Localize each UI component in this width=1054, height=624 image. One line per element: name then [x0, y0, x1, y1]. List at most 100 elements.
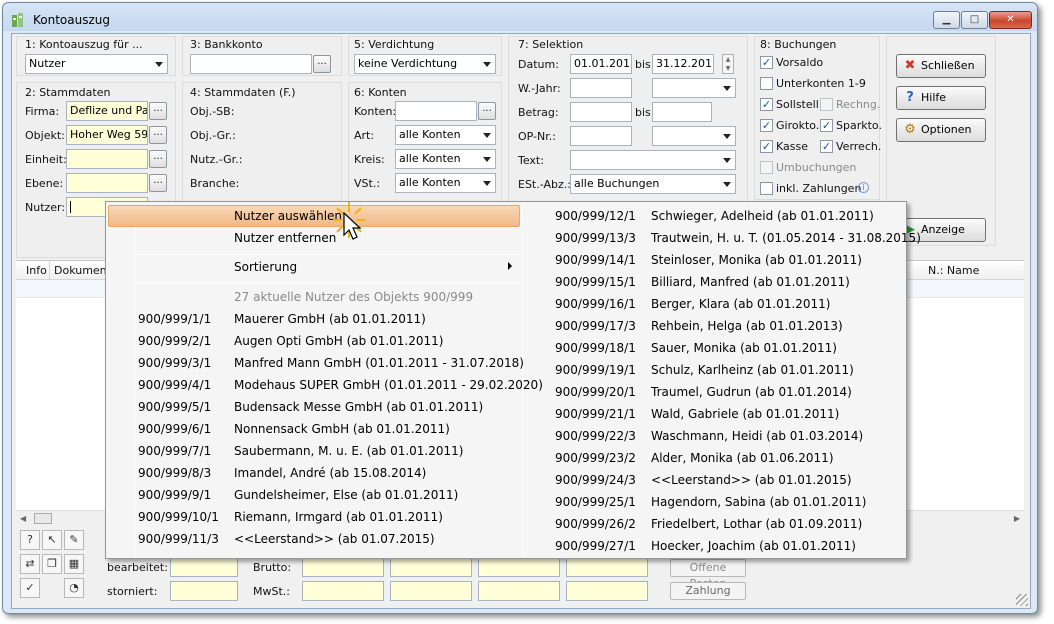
menu-item-nutzer[interactable]: 900/999/14/1 Steinloser, Monika (ab 01.01… — [551, 250, 931, 272]
kasse-checkbox[interactable]: ✓ — [760, 140, 773, 153]
menu-item-nutzer[interactable]: 900/999/9/1 Gundelsheimer, Else (ab 01.01… — [134, 485, 514, 507]
title-bar[interactable]: Kontoauszug ▁ □ ✕ — [3, 3, 1037, 33]
close-window-button[interactable]: ✕ — [989, 11, 1032, 29]
menu-item-sortierung[interactable]: Sortierung — [234, 260, 297, 274]
sparkto-checkbox[interactable]: ✓ — [820, 119, 833, 132]
menu-item-nutzer[interactable]: 900/999/6/1 Nonnensack GmbH (ab 01.01.201… — [134, 419, 514, 441]
menu-item-nutzer[interactable]: 900/999/18/1 Sauer, Monika (ab 01.01.2011… — [551, 338, 931, 360]
objekt-field[interactable]: Hoher Weg 59 - — [66, 125, 148, 145]
konten-field[interactable] — [395, 101, 477, 121]
menu-item-nutzer[interactable]: 900/999/23/2 Alder, Monika (ab 01.06.2011… — [551, 448, 931, 470]
menu-item-nutzer[interactable]: 900/999/17/3 Rehbein, Helga (ab 01.01.201… — [551, 316, 931, 338]
brutto-field-1[interactable] — [302, 557, 384, 577]
spin-up-icon[interactable]: ▲ — [723, 55, 733, 64]
opnr-select[interactable] — [652, 126, 736, 146]
est-select[interactable]: alle Buchungen — [570, 174, 736, 194]
verrech-checkbox[interactable]: ✓ — [820, 140, 833, 153]
betrag-to-field[interactable] — [652, 102, 712, 122]
minimize-button[interactable]: ▁ — [933, 11, 960, 29]
menu-item-nutzer[interactable]: 900/999/5/1 Budensack Messe GmbH (ab 01.0… — [134, 397, 514, 419]
brutto-field-4[interactable] — [566, 557, 648, 577]
mwst-field-1[interactable] — [302, 581, 384, 601]
menu-item-nutzer[interactable]: 900/999/16/1 Berger, Klara (ab 01.01.2011… — [551, 294, 931, 316]
sollstell-checkbox[interactable]: ✓ — [760, 98, 773, 111]
hilfe-button[interactable]: ? Hilfe — [896, 86, 986, 110]
vst-select[interactable]: alle Konten — [395, 173, 496, 193]
brutto-field-2[interactable] — [390, 557, 472, 577]
optionen-button[interactable]: ⚙ Optionen — [896, 118, 986, 142]
menu-item-nutzer[interactable]: 900/999/13/3 Trautwein, H. u. T. (01.05.2… — [551, 228, 931, 250]
kreis-select[interactable]: alle Konten — [395, 149, 496, 169]
col-info[interactable]: Info — [26, 264, 47, 277]
menu-item-nutzer[interactable]: 900/999/24/3 <<Leerstand>> (ab 01.01.2015… — [551, 470, 931, 492]
transfer-icon[interactable]: ⇄ — [20, 554, 40, 574]
grid-icon[interactable]: ▦ — [64, 554, 84, 574]
menu-item-nutzer[interactable]: 900/999/25/1 Hagendorn, Sabina (ab 01.01.… — [551, 492, 931, 514]
storniert-field[interactable] — [170, 581, 238, 601]
vorsaldo-checkbox[interactable]: ✓ — [760, 56, 773, 69]
menu-item-nutzer[interactable]: 900/999/4/1 Modehaus SUPER GmbH (01.01.20… — [134, 375, 543, 397]
documents-icon[interactable]: ❐ — [42, 554, 62, 574]
ebene-field[interactable] — [66, 173, 148, 193]
menu-item-nutzer[interactable]: 900/999/10/1 Riemann, Irmgard (ab 01.01.2… — [134, 507, 514, 529]
girokto-checkbox[interactable]: ✓ — [760, 119, 773, 132]
mwst-field-4[interactable] — [566, 581, 648, 601]
menu-item-nutzer[interactable]: 900/999/1/1 Mauerer GmbH (ab 01.01.2011) — [134, 309, 514, 331]
menu-item-nutzer[interactable]: 900/999/3/1 Manfred Mann GmbH (01.01.2011… — [134, 353, 524, 375]
menu-item-nutzer[interactable]: 900/999/19/1 Schulz, Karlheinz (ab 01.01.… — [551, 360, 931, 382]
col-name[interactable]: N.: Name — [928, 264, 979, 277]
datum-from-field[interactable]: 01.01.2015 — [570, 54, 632, 74]
inkl-zahlungen-checkbox[interactable] — [760, 182, 773, 195]
einheit-field[interactable] — [66, 149, 148, 169]
menu-item-nutzer[interactable]: 900/999/22/3 Waschmann, Heidi (ab 01.03.2… — [551, 426, 931, 448]
mwst-field-2[interactable] — [390, 581, 472, 601]
umbuchungen-checkbox[interactable] — [760, 161, 773, 174]
help-tool-icon[interactable]: ? — [20, 530, 40, 550]
info-icon[interactable]: i — [858, 182, 869, 193]
konten-browse-button[interactable]: ... — [478, 102, 496, 120]
menu-item-nutzer[interactable]: 900/999/7/1 Saubermann, M. u. E. (ab 01.0… — [134, 441, 514, 463]
einheit-browse-button[interactable]: ... — [149, 150, 167, 168]
rechng-checkbox[interactable] — [820, 98, 833, 111]
brutto-field-3[interactable] — [478, 557, 560, 577]
opnr-field[interactable] — [570, 126, 632, 146]
spin-down-icon[interactable]: ▼ — [723, 64, 733, 73]
menu-item-nutzer[interactable]: 900/999/11/3 <<Leerstand>> (ab 01.07.2015… — [134, 529, 514, 551]
text-select[interactable] — [570, 150, 736, 170]
wjahr-field[interactable] — [570, 78, 632, 98]
art-select[interactable]: alle Konten — [395, 125, 496, 145]
firma-field[interactable]: Deflize und Part — [66, 101, 148, 121]
scroll-thumb[interactable] — [34, 513, 52, 524]
maximize-button[interactable]: □ — [961, 11, 988, 29]
menu-item-nutzer[interactable]: 900/999/15/1 Billiard, Manfred (ab 01.01.… — [551, 272, 931, 294]
datum-to-field[interactable]: 31.12.2015 — [652, 54, 714, 74]
mwst-field-3[interactable] — [478, 581, 560, 601]
bankkonto-browse-button[interactable]: ... — [313, 55, 331, 73]
scroll-left-icon[interactable]: ◀ — [20, 514, 26, 523]
scroll-right-icon[interactable]: ▶ — [1014, 514, 1020, 523]
menu-item-nutzer[interactable]: 900/999/2/1 Augen Opti GmbH (ab 01.01.201… — [134, 331, 514, 353]
betrag-from-field[interactable] — [570, 102, 632, 122]
zahlung-button[interactable]: Zahlung — [670, 582, 746, 600]
pencil-icon[interactable]: ✎ — [64, 530, 84, 550]
menu-item-nutzer[interactable]: 900/999/20/1 Traumel, Gudrun (ab 01.01.20… — [551, 382, 931, 404]
chart-icon[interactable]: ◔ — [64, 578, 84, 598]
kontoauszug-fuer-select[interactable]: Nutzer — [25, 54, 168, 74]
menu-item-nutzer[interactable]: 900/999/21/1 Wald, Gabriele (ab 01.01.201… — [551, 404, 931, 426]
menu-item-nutzer-entfernen[interactable]: Nutzer entfernen — [234, 231, 336, 245]
resize-grip[interactable] — [1016, 594, 1028, 606]
ebene-browse-button[interactable]: ... — [149, 174, 167, 192]
firma-browse-button[interactable]: ... — [149, 102, 167, 120]
menu-item-nutzer[interactable]: 900/999/8/3 Imandel, André (ab 15.08.2014… — [134, 463, 514, 485]
objekt-browse-button[interactable]: ... — [149, 126, 167, 144]
offene-posten-button[interactable]: Offene Posten — [670, 559, 746, 590]
menu-item-nutzer[interactable]: 900/999/12/1 Schwieger, Adelheid (ab 01.0… — [551, 206, 931, 228]
menu-item-nutzer[interactable]: 900/999/26/2 Friedelbert, Lothar (ab 01.0… — [551, 514, 931, 536]
verdichtung-select[interactable]: keine Verdichtung — [354, 54, 496, 74]
schliessen-button[interactable]: ✖ Schließen — [896, 54, 986, 78]
bearbeitet-field[interactable] — [170, 557, 238, 577]
unterkonten-checkbox[interactable] — [760, 77, 773, 90]
pointer-tool-icon[interactable]: ↖ — [42, 530, 62, 550]
checkmark-icon[interactable]: ✓ — [20, 578, 40, 598]
datum-spinner[interactable]: ▲ ▼ — [722, 54, 734, 74]
